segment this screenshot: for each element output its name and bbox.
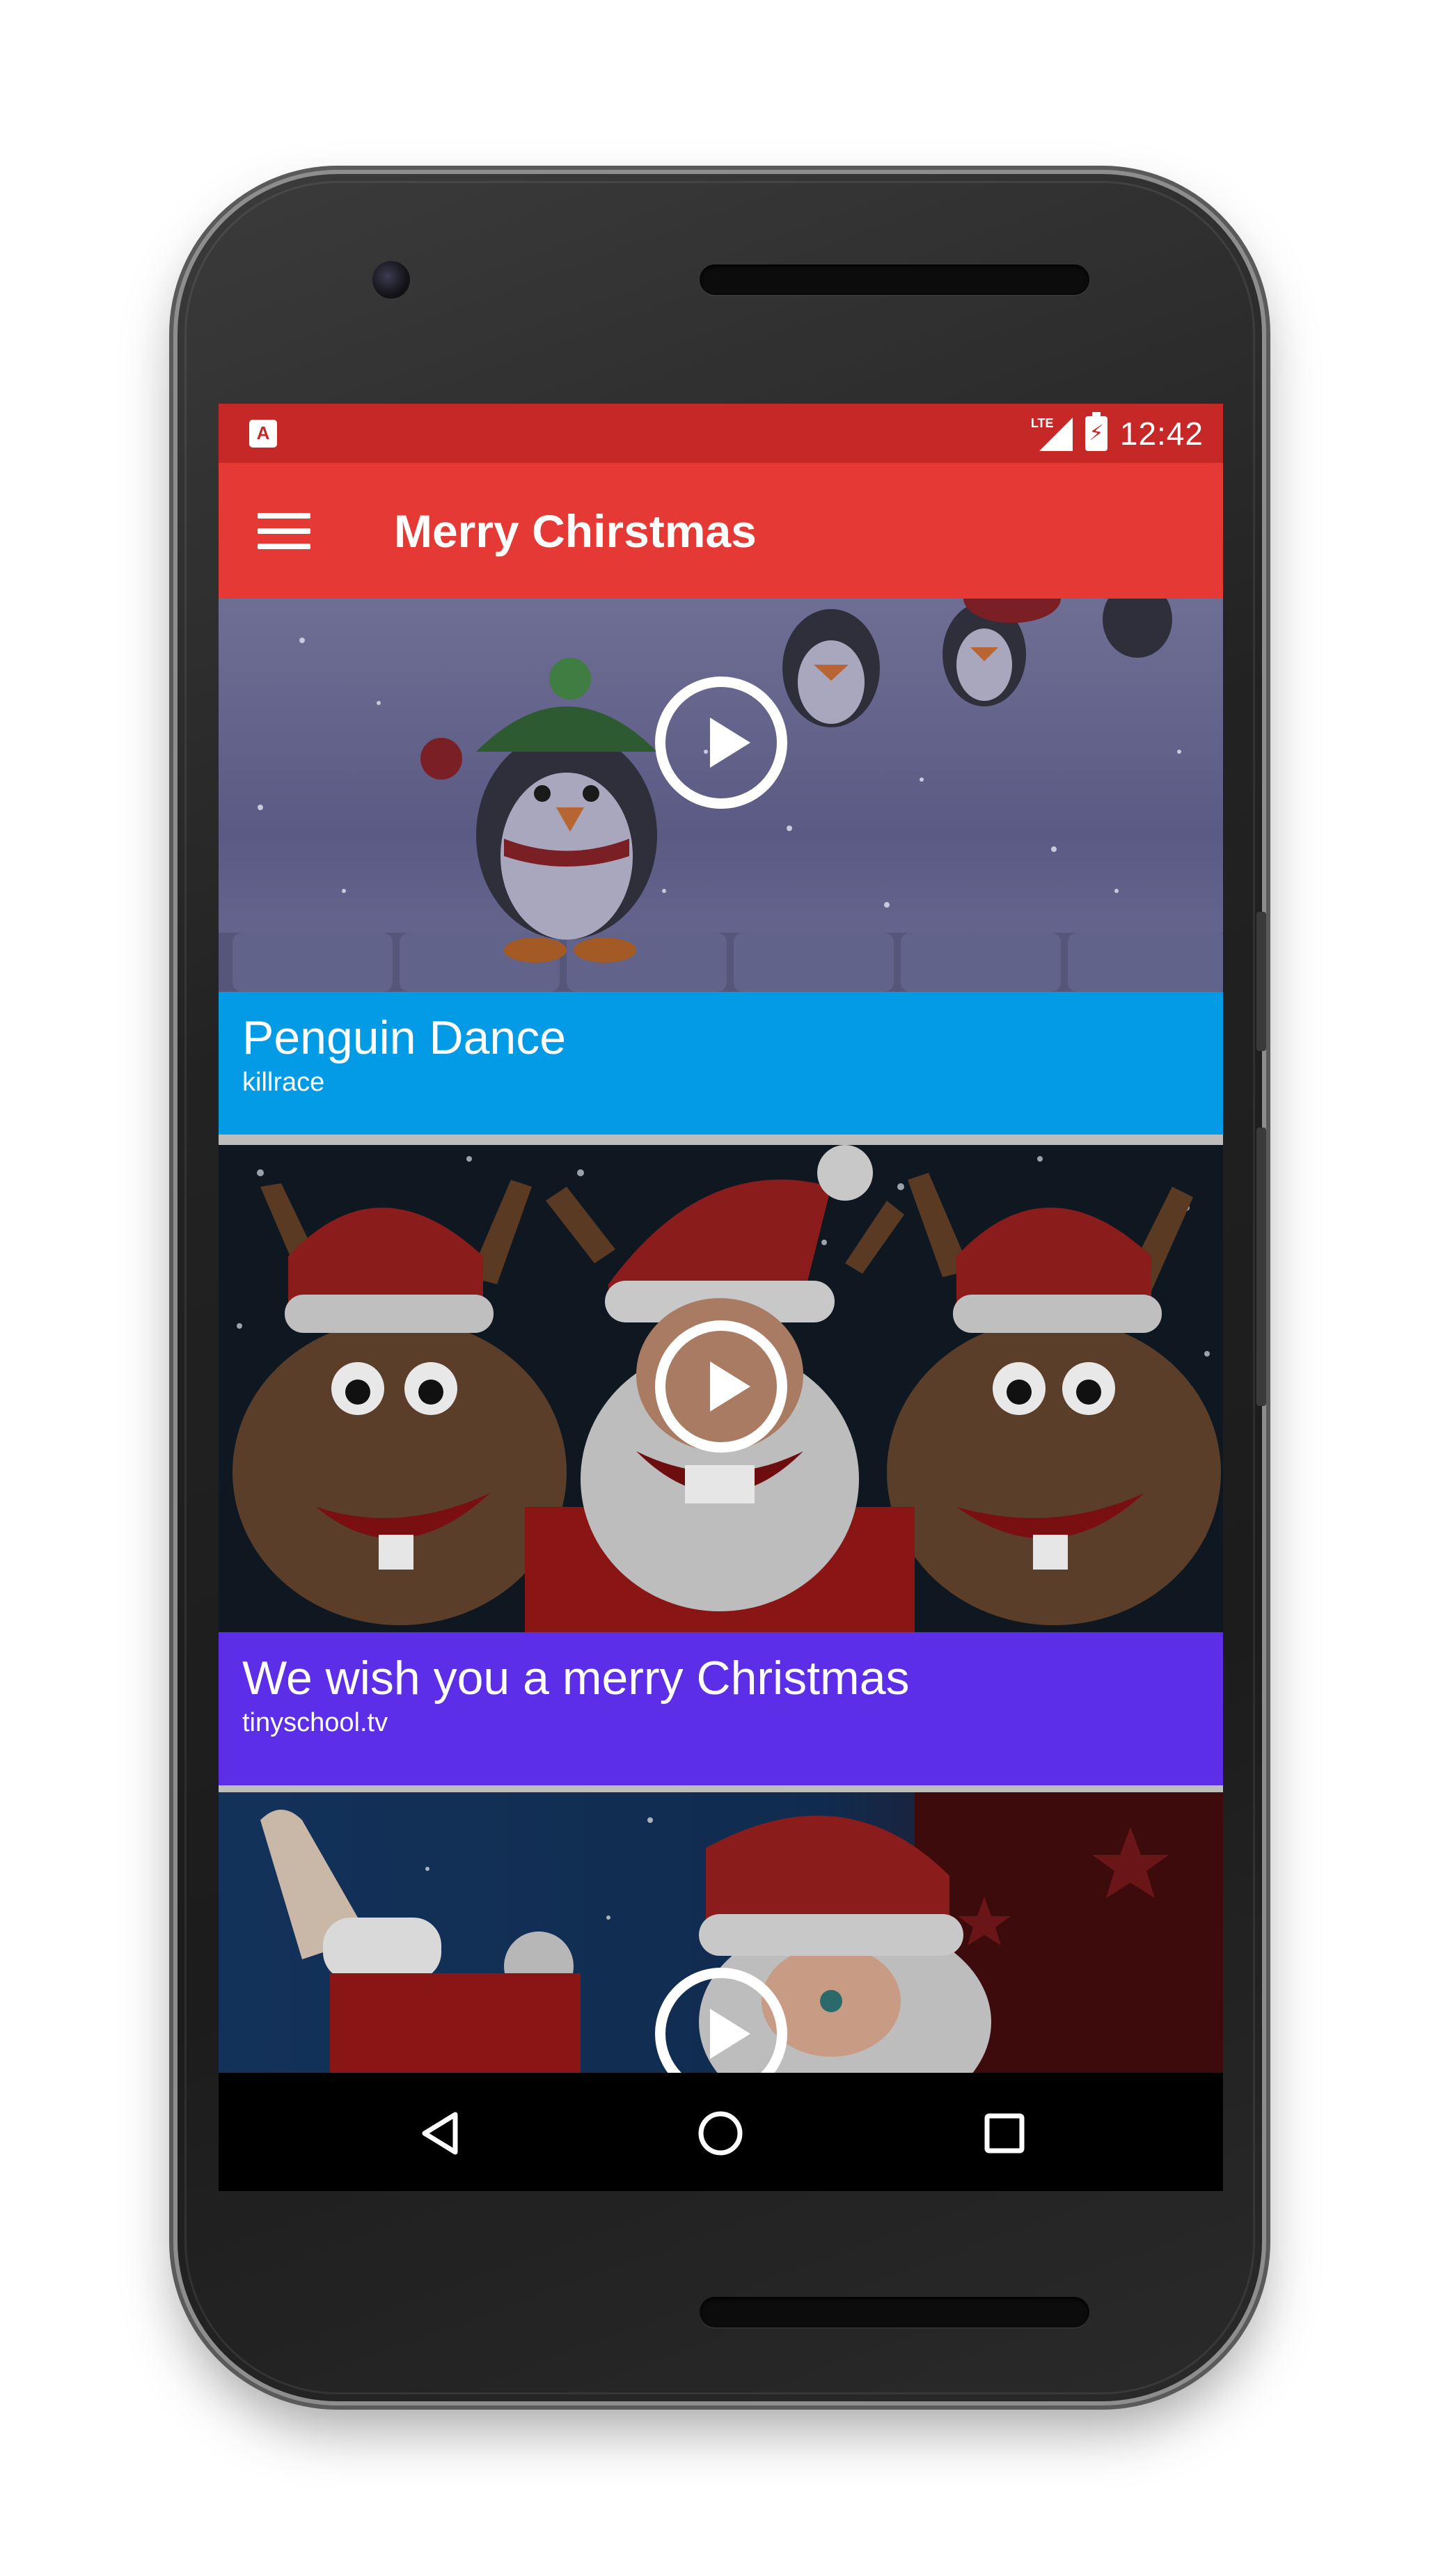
- phone-screen: A LTE ⚡ 12:42 Merry Chirstmas Penguin Da…: [219, 404, 1223, 2191]
- lte-signal-icon: LTE: [1031, 416, 1073, 451]
- recents-square-icon[interactable]: [980, 2109, 1029, 2158]
- video-thumbnail[interactable]: [219, 599, 1223, 992]
- signal-strength-icon: [1039, 417, 1073, 451]
- play-button-icon[interactable]: [655, 1320, 787, 1453]
- video-channel: tinyschool.tv: [242, 1708, 388, 1737]
- video-feed[interactable]: Penguin Dance killrace We wish you a mer…: [219, 599, 1223, 2073]
- video-card[interactable]: We wish you a merry Christmas tinyschool…: [219, 1145, 1223, 1785]
- video-thumbnail[interactable]: [219, 1145, 1223, 1632]
- video-thumbnail[interactable]: [219, 1792, 1223, 2073]
- device-mockup-scene: A LTE ⚡ 12:42 Merry Chirstmas Penguin Da…: [0, 0, 1443, 2576]
- video-card[interactable]: [219, 1792, 1223, 2073]
- hamburger-menu-icon[interactable]: [258, 512, 310, 549]
- system-navigation-bar: [219, 2073, 1223, 2191]
- video-caption[interactable]: We wish you a merry Christmas tinyschool…: [219, 1632, 1223, 1785]
- status-clock: 12:42: [1119, 415, 1204, 452]
- hamburger-line: [258, 512, 310, 519]
- video-card[interactable]: Penguin Dance killrace: [219, 599, 1223, 1135]
- app-notification-icon: A: [249, 419, 277, 448]
- top-speaker-grille: [700, 264, 1089, 295]
- hamburger-line: [258, 543, 310, 549]
- power-button: [1256, 912, 1266, 1051]
- video-channel: killrace: [242, 1068, 325, 1097]
- bottom-speaker-grille: [700, 2297, 1089, 2328]
- status-bar: A LTE ⚡ 12:42: [219, 404, 1223, 463]
- status-indicators: LTE ⚡ 12:42: [1031, 411, 1204, 452]
- video-title: We wish you a merry Christmas: [242, 1652, 910, 1705]
- volume-rocker: [1256, 1128, 1266, 1406]
- back-triangle-icon[interactable]: [416, 2109, 465, 2158]
- app-toolbar: Merry Chirstmas: [219, 463, 1223, 599]
- hamburger-line: [258, 528, 310, 534]
- battery-charging-icon: ⚡: [1085, 411, 1107, 451]
- app-title: Merry Chirstmas: [394, 505, 757, 557]
- notification-glyph: A: [256, 422, 270, 443]
- home-circle-icon[interactable]: [696, 2109, 745, 2158]
- play-button-icon[interactable]: [655, 677, 787, 809]
- video-title: Penguin Dance: [242, 1011, 567, 1064]
- video-caption[interactable]: Penguin Dance killrace: [219, 992, 1223, 1135]
- front-camera: [372, 261, 410, 299]
